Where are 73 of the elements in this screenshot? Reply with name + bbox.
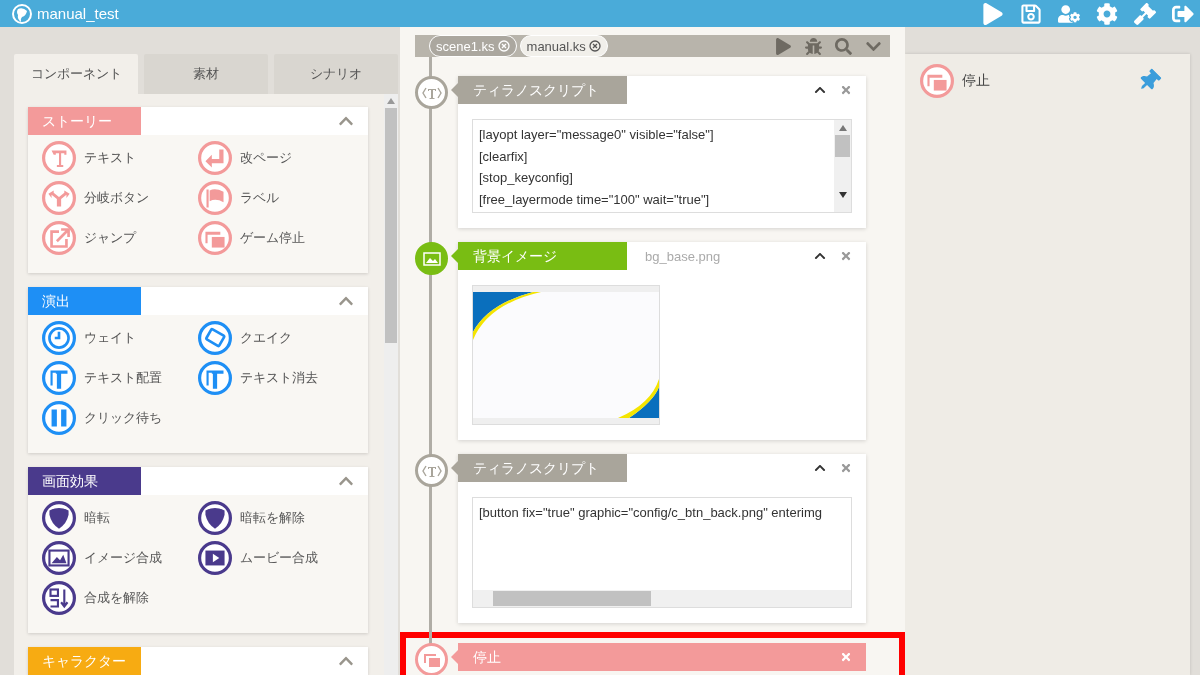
code-editor[interactable]: [layopt layer="message0" visible="false"] [clearfix] [stop_keyconfig] [free_layermode time="100" wait="true"]: [472, 119, 852, 213]
panel-tab[interactable]: コンポーネント: [14, 54, 138, 94]
code-line: [button fix="true" graphic="config/c_btn_back.png" enterimg: [479, 504, 823, 522]
screens-icon: [198, 221, 232, 255]
component-item[interactable]: ムービー合成: [198, 541, 354, 575]
component-item[interactable]: 暗転: [42, 501, 198, 535]
file-name: bg_base.png: [645, 248, 721, 264]
text-icon: [198, 361, 232, 395]
user-gear-icon[interactable]: [1058, 2, 1080, 25]
file-tab[interactable]: manual.ks: [519, 35, 608, 57]
save-icon[interactable]: [1020, 2, 1042, 25]
pause-icon: [42, 401, 76, 435]
code-line: [layopt layer="message0" visible="false"]: [479, 126, 715, 144]
shield-icon: [42, 501, 76, 535]
shield-icon: [198, 501, 232, 535]
component-item[interactable]: ジャンプ: [42, 221, 198, 255]
category-title: ストーリー: [28, 107, 141, 135]
chevron-up-icon[interactable]: [814, 250, 826, 262]
component-item[interactable]: クエイク: [198, 321, 354, 355]
card-title: ティラノスクリプト: [458, 76, 627, 104]
play-icon[interactable]: [775, 37, 792, 55]
category-title: 画面効果: [28, 467, 141, 495]
card-title: 背景イメージ: [458, 242, 627, 270]
component-item[interactable]: ゲーム停止: [198, 221, 354, 255]
screens-icon: [920, 64, 954, 98]
component-item[interactable]: ラベル: [198, 181, 354, 215]
close-icon[interactable]: [588, 40, 601, 52]
code-editor[interactable]: [button fix="true" graphic="config/c_btn_back.png" enterimg: [472, 497, 852, 608]
film-icon: [198, 541, 232, 575]
settings-icon[interactable]: [1096, 2, 1118, 25]
scrollbar-thumb[interactable]: [835, 135, 850, 157]
bug-icon[interactable]: [805, 37, 822, 55]
component-item[interactable]: テキスト消去: [198, 361, 354, 395]
close-icon[interactable]: [840, 462, 852, 474]
panel-tab[interactable]: シナリオ: [274, 54, 398, 94]
window-title: manual_test: [37, 5, 120, 22]
close-icon[interactable]: [840, 250, 852, 262]
arrow-up-icon[interactable]: [838, 125, 847, 131]
logo-icon: [12, 3, 32, 24]
category-title: キャラクター: [28, 647, 141, 675]
play-icon[interactable]: [982, 2, 1004, 25]
component-item[interactable]: テキスト配置: [42, 361, 198, 395]
category-title: 演出: [28, 287, 141, 315]
code-line: [clearfix]: [479, 147, 529, 166]
component-item[interactable]: イメージ合成: [42, 541, 198, 575]
image-icon: [42, 541, 76, 575]
arrow-down-icon[interactable]: [838, 192, 847, 198]
component-item[interactable]: クリック待ち: [42, 401, 198, 435]
scrollbar[interactable]: [384, 94, 398, 675]
card-title: ティラノスクリプト: [458, 454, 627, 482]
component-item[interactable]: 暗転を解除: [198, 501, 354, 535]
panel-tab[interactable]: 素材: [144, 54, 268, 94]
hammer-icon[interactable]: [1134, 2, 1156, 25]
scrollbar[interactable]: [834, 120, 851, 212]
close-icon[interactable]: [840, 84, 852, 96]
text-icon: [42, 361, 76, 395]
tilted-device-icon: [198, 321, 232, 355]
scrollbar[interactable]: [473, 590, 851, 607]
chevron-up-icon[interactable]: [814, 462, 826, 474]
code-line: [free_layermode time="100" wait="true"]: [479, 190, 711, 209]
component-item[interactable]: 分岐ボタン: [42, 181, 198, 215]
component-item[interactable]: 改ページ: [198, 141, 354, 175]
chevron-up-icon[interactable]: [814, 84, 826, 96]
search-icon[interactable]: [835, 37, 852, 55]
arrow-up-icon[interactable]: [387, 98, 395, 104]
component-item[interactable]: ウェイト: [42, 321, 198, 355]
component-item[interactable]: テキスト: [42, 141, 198, 175]
flag-icon: [198, 181, 232, 215]
component-item[interactable]: 合成を解除: [42, 581, 198, 615]
clock-icon: [42, 321, 76, 355]
letter-t-icon: [42, 141, 76, 175]
code-line: [stop_keyconfig]: [479, 169, 574, 187]
pinned-label: 停止: [962, 72, 991, 90]
